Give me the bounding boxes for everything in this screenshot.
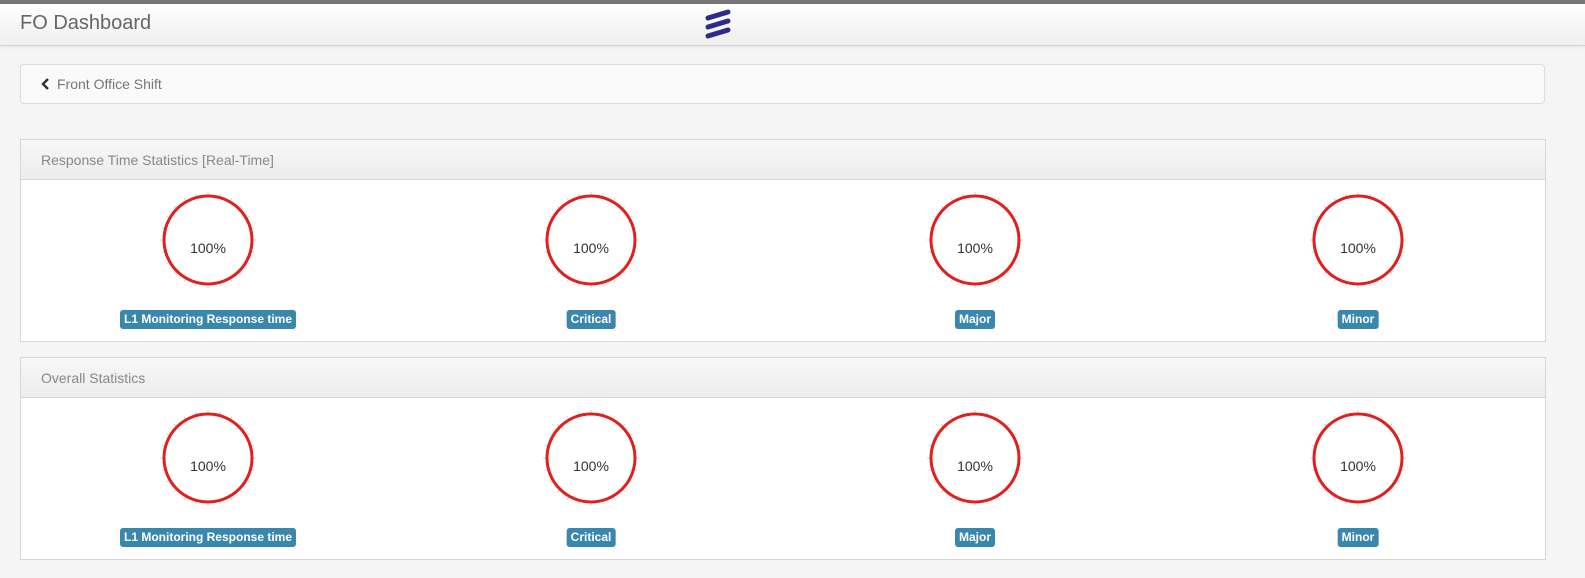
panel-body: 100% L1 Monitoring Response time 100% Cr… — [21, 398, 1545, 560]
gauge-value: 100% — [573, 240, 609, 256]
gauge-value: 100% — [190, 458, 226, 474]
top-navbar: FO Dashboard — [0, 4, 1585, 46]
gauge-label: Minor — [1337, 310, 1379, 329]
gauge-value: 100% — [1340, 458, 1376, 474]
gauge-label: Critical — [566, 310, 616, 329]
panel-body: 100% L1 Monitoring Response time 100% Cr… — [21, 180, 1545, 342]
breadcrumb-label: Front Office Shift — [57, 76, 162, 92]
gauge-label: Minor — [1337, 528, 1379, 547]
gauge-value: 100% — [573, 458, 609, 474]
overall-statistics-panel: Overall Statistics 100% L1 Monitoring Re… — [20, 357, 1546, 560]
gauge-label: Critical — [566, 528, 616, 547]
breadcrumb: Front Office Shift — [20, 64, 1545, 104]
panel-title: Overall Statistics — [21, 358, 1545, 398]
back-link[interactable]: Front Office Shift — [41, 76, 162, 92]
gauge-value: 100% — [190, 240, 226, 256]
gauge-label: Major — [954, 310, 996, 329]
brand-title[interactable]: FO Dashboard — [20, 12, 151, 35]
gauge-value: 100% — [957, 240, 993, 256]
gauge-value: 100% — [1340, 240, 1376, 256]
gauge-value: 100% — [957, 458, 993, 474]
ericsson-logo-icon — [705, 9, 731, 39]
gauge-label: L1 Monitoring Response time — [119, 528, 297, 547]
chevron-left-icon — [41, 78, 49, 90]
response-time-panel: Response Time Statistics [Real-Time] 100… — [20, 139, 1546, 342]
gauge-label: L1 Monitoring Response time — [119, 310, 297, 329]
gauge-label: Major — [954, 528, 996, 547]
panel-title: Response Time Statistics [Real-Time] — [21, 140, 1545, 180]
